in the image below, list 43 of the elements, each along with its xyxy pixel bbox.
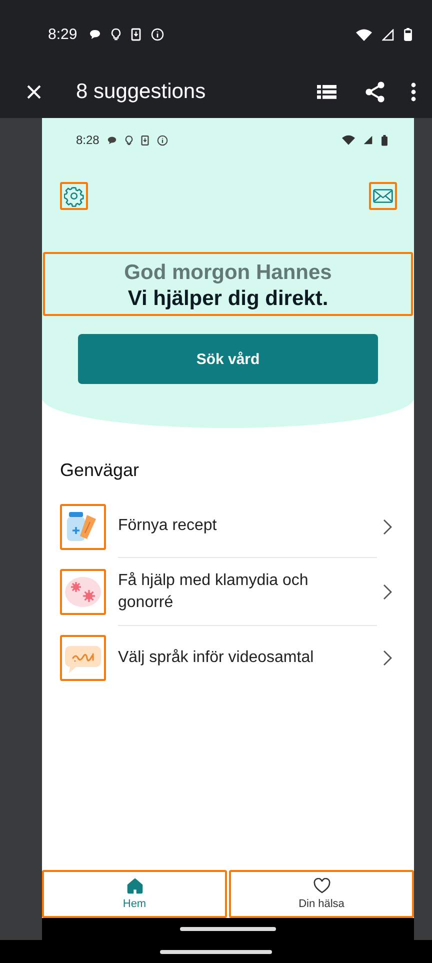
app-bar-title: 8 suggestions <box>76 80 206 104</box>
close-icon <box>26 84 42 100</box>
shortcut-label: Få hjälp med klamydia och gonorré <box>118 558 377 626</box>
headline-text: Vi hjälper dig direkt. <box>126 287 330 311</box>
battery-icon <box>381 134 388 146</box>
list-icon <box>317 84 337 100</box>
shortcut-label: Förnya recept <box>118 495 377 558</box>
settings-button[interactable] <box>60 182 88 210</box>
chevron-right-icon <box>383 650 392 666</box>
status-time: 8:28 <box>76 133 100 147</box>
settings-icon <box>64 185 84 207</box>
wifi-icon <box>356 28 372 40</box>
home-icon <box>126 878 142 894</box>
signal-icon <box>382 28 394 40</box>
battery-icon <box>404 28 412 41</box>
shortcut-item[interactable]: Välj språk inför videosamtal <box>60 626 398 690</box>
share-icon <box>365 80 385 102</box>
chevron-right-icon <box>383 518 392 534</box>
chat-icon <box>89 29 102 40</box>
shortcut-item[interactable]: Förnya recept <box>60 495 398 558</box>
shortcut-label: Välj språk inför videosamtal <box>118 648 315 668</box>
more-icon <box>411 82 416 102</box>
nav-tab[interactable]: Hem <box>42 870 227 918</box>
nav-tab[interactable]: Din hälsa <box>229 870 414 918</box>
lightbulb-icon <box>125 134 134 146</box>
bacteria-icon <box>64 575 102 610</box>
heart-icon <box>312 878 330 894</box>
mail-icon <box>373 187 393 205</box>
greeting-text: God morgon Hannes <box>123 261 333 285</box>
info-icon <box>151 28 164 41</box>
section-title: Genvägar <box>60 460 140 481</box>
info-icon <box>157 134 168 146</box>
wifi-icon <box>342 135 355 145</box>
download-icon <box>141 134 150 146</box>
lightbulb-icon <box>111 28 122 41</box>
status-time: 8:29 <box>48 26 78 43</box>
chat-icon <box>107 136 118 144</box>
chevron-right-icon <box>383 584 392 600</box>
download-icon <box>131 28 142 41</box>
search-care-button[interactable]: Sök vård <box>78 334 378 384</box>
signal-icon <box>363 135 373 145</box>
shortcut-item[interactable]: Få hjälp med klamydia och gonorré <box>60 558 398 626</box>
mail-button[interactable] <box>369 182 397 210</box>
